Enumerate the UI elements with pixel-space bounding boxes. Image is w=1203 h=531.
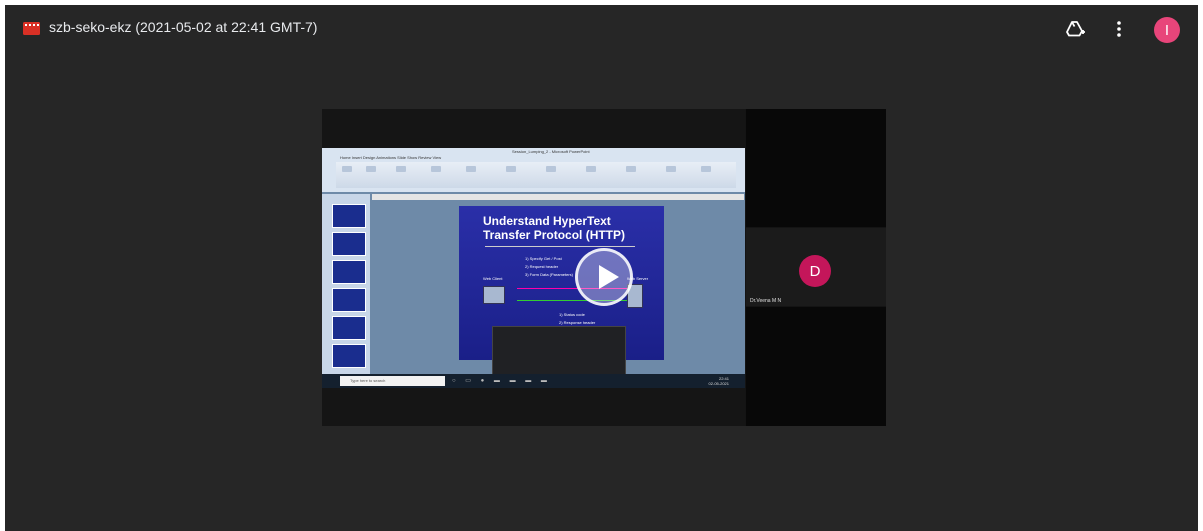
add-to-drive-button[interactable] [1064,17,1088,41]
shared-screen: Session_Lumping_2 - Microsoft PowerPoint… [322,148,745,388]
video-file-icon [23,22,40,35]
video-preview-frame: szb-seko-ekz (2021-05-02 at 22:41 GMT-7)… [5,5,1198,531]
client-computer-icon [483,286,505,304]
taskbar-clock: 22:41 02-05-2021 [709,376,729,386]
meet-sharing-popup [492,326,626,375]
play-button[interactable] [575,248,633,306]
slide-thumbnail [332,344,366,368]
empty-tile [746,109,886,227]
slide-thumbnail [332,204,366,228]
taskbar-search: Type here to search [340,376,445,386]
participant-tile: D Dr.Veena M N [746,228,886,306]
request-item: 2) Request header [525,264,559,269]
response-item: 2) Response header [559,320,596,325]
slide-thumbnail [332,260,366,284]
slide-thumbnail [332,288,366,312]
slide-divider [485,246,635,247]
taskbar-date: 02-05-2021 [708,381,729,386]
account-avatar[interactable]: I [1154,17,1180,43]
taskbar-apps-icon: ○ ▭ ● ▬ ▬ ▬ ▬ [452,378,551,384]
empty-tile [746,307,886,426]
slide-title: Understand HyperText Transfer Protocol (… [483,214,626,242]
presentation-tile: Session_Lumping_2 - Microsoft PowerPoint… [322,109,745,426]
request-item: 3) Form Data (Parameters) [525,272,574,277]
request-item: 1) Specify Get / Post [525,256,562,261]
ribbon-tabs: Home Insert Design Animations Slide Show… [340,155,442,160]
participant-avatar: D [799,255,831,287]
slide-thumbnail [332,316,366,340]
more-vert-icon [1117,21,1121,37]
top-bar: szb-seko-ekz (2021-05-02 at 22:41 GMT-7)… [5,5,1198,53]
file-title: szb-seko-ekz (2021-05-02 at 22:41 GMT-7) [49,19,318,35]
windows-taskbar: Type here to search ○ ▭ ● ▬ ▬ ▬ ▬ 22:41 … [322,374,745,388]
window-title: Session_Lumping_2 - Microsoft PowerPoint [512,149,590,154]
ribbon-groups [336,162,736,188]
ruler [372,194,744,200]
add-to-drive-icon [1066,21,1085,37]
slide-thumbnails [322,194,370,374]
slide-thumbnail [332,232,366,256]
participant-name: Dr.Veena M N [750,298,782,304]
more-options-button[interactable] [1107,17,1131,41]
web-client-label: Web Client [483,276,503,281]
response-item: 1) Status code [559,312,585,317]
powerpoint-ribbon: Session_Lumping_2 - Microsoft PowerPoint… [322,148,745,192]
video-player[interactable]: Session_Lumping_2 - Microsoft PowerPoint… [322,109,886,426]
